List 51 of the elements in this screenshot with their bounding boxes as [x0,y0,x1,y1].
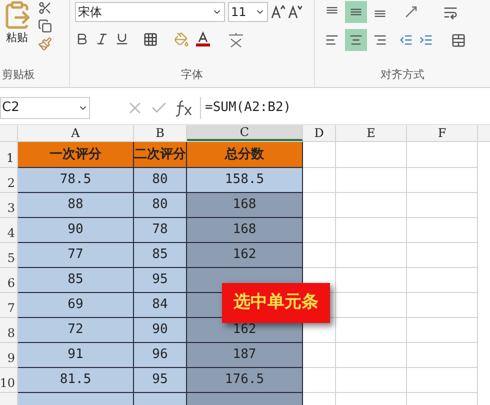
table-cell: 95 [134,268,187,293]
table-cell: 78 [134,218,187,243]
column-header[interactable]: A [18,125,134,141]
name-box[interactable]: C2 [0,96,90,118]
table-cell: 80 [134,193,187,218]
font-name-field[interactable]: 宋体 [75,2,225,22]
table-cell: 84 [134,293,187,318]
column-header[interactable]: E [336,125,407,141]
row-header[interactable]: 2 [0,168,18,193]
row-header[interactable]: 7 [0,293,18,318]
row-header[interactable]: 4 [0,218,18,243]
column-header[interactable]: F [407,125,478,141]
group-label: 对齐方式 [380,67,424,83]
table-cell: 69 [18,293,134,318]
callout-label: 选中单元条 [222,283,330,323]
table-cell: 78.5 [18,168,134,193]
table-cell: 85 [134,243,187,268]
header-cell: 一次评分 [18,142,134,168]
column-header[interactable]: C [187,125,303,141]
table-cell: 77 [18,243,134,268]
group-label: 剪贴板 [1,67,36,83]
table-cell: 162 [187,243,303,268]
row-header[interactable]: 1 [0,142,18,168]
header-cell: 总分数 [187,142,303,168]
formula-field[interactable]: =SUM(A2:B2) [200,96,490,118]
table-cell: 90 [134,318,187,343]
group-label: 字体 [181,67,203,83]
table-cell: 158.5 [187,168,303,193]
table-cell: 96 [134,343,187,368]
table-cell: 168 [187,218,303,243]
table-cell: 88 [18,193,134,218]
table-cell: 168 [187,193,303,218]
row-header[interactable]: 10 [0,368,18,393]
table-cell: 72 [18,318,134,343]
table-cell: 187 [187,343,303,368]
row-header[interactable]: 6 [0,268,18,293]
table-cell: 81.5 [18,368,134,393]
table-cell: 85 [18,268,134,293]
column-header[interactable]: D [303,125,336,141]
table-cell: 80 [134,168,187,193]
table-cell: 176.5 [187,368,303,393]
table-cell: 95 [134,368,187,393]
row-header[interactable]: 8 [0,318,18,343]
row-header[interactable]: 5 [0,243,18,268]
paste-label[interactable]: 粘贴 [6,30,28,46]
font-size-field[interactable]: 11 [228,2,268,22]
row-header[interactable]: 3 [0,193,18,218]
table-cell: 90 [18,218,134,243]
header-cell: 二次评分 [134,142,187,168]
table-cell: 91 [18,343,134,368]
row-header[interactable]: 9 [0,343,18,368]
